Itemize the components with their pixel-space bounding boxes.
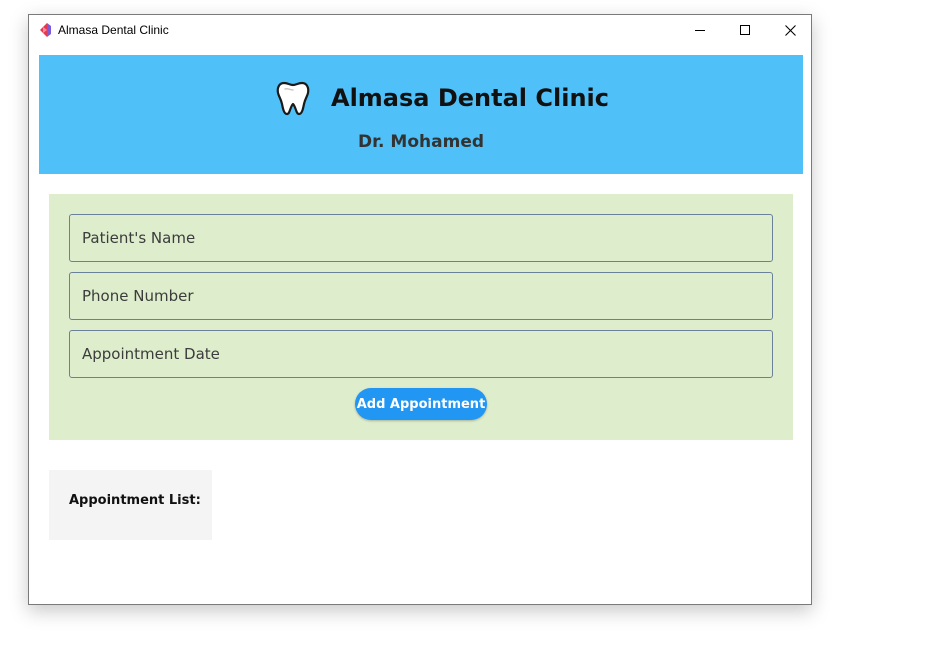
tooth-icon [276, 81, 310, 116]
minimize-button[interactable] [677, 15, 723, 45]
minimize-icon [695, 30, 705, 31]
doctor-name: Dr. Mohamed [357, 132, 485, 152]
clinic-title: Almasa Dental Clinic [331, 84, 609, 112]
maximize-icon [740, 25, 750, 35]
patient-name-input[interactable] [69, 214, 773, 262]
appointment-list: Appointment List: [49, 470, 212, 540]
app-logo-icon [40, 23, 51, 37]
app-window: Almasa Dental Clinic Almasa Dental Clini… [28, 14, 812, 605]
close-button[interactable] [767, 15, 813, 45]
window-title: Almasa Dental Clinic [58, 23, 169, 37]
appointment-list-title: Appointment List: [69, 493, 201, 508]
phone-number-input[interactable] [69, 272, 773, 320]
clinic-header: Almasa Dental Clinic Dr. Mohamed [39, 55, 803, 174]
close-icon [784, 24, 796, 36]
maximize-button[interactable] [722, 15, 768, 45]
appointment-form: Add Appointment [49, 194, 793, 440]
add-appointment-button[interactable]: Add Appointment [355, 388, 487, 420]
title-bar[interactable]: Almasa Dental Clinic [29, 15, 811, 45]
appointment-date-input[interactable] [69, 330, 773, 378]
